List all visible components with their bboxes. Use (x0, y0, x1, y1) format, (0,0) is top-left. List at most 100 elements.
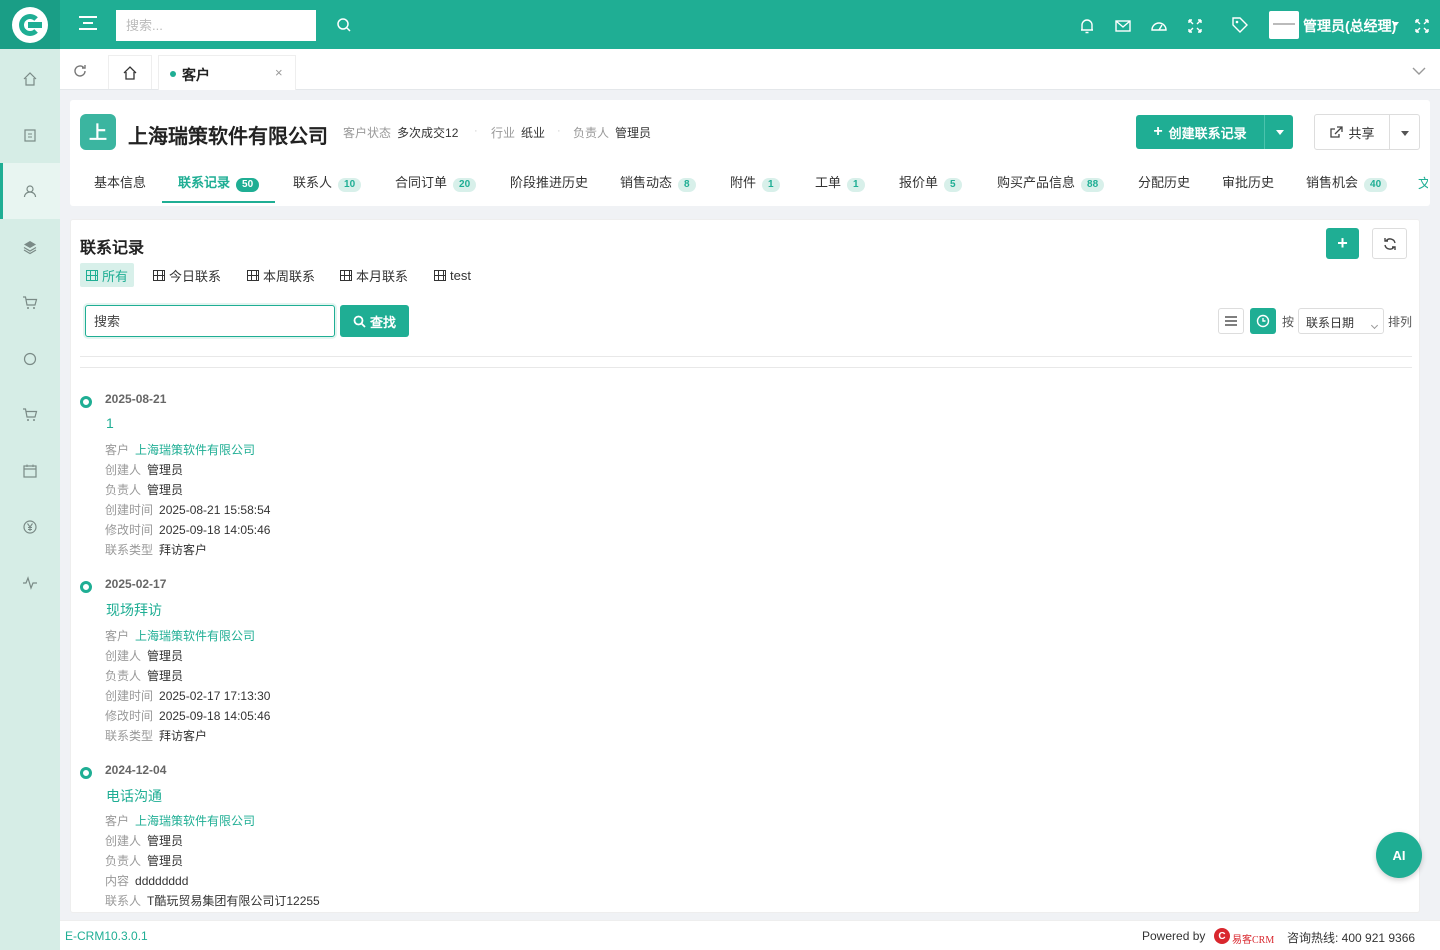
count-badge: 40 (1364, 178, 1388, 192)
expand-icon[interactable] (1186, 17, 1204, 35)
sidebar-item-orders[interactable] (0, 275, 60, 331)
sidebar-item-finance[interactable] (0, 499, 60, 555)
sidebar-item-purchase[interactable] (0, 387, 60, 443)
timeline-dot (80, 767, 92, 779)
global-search-input[interactable] (116, 10, 316, 41)
search-button[interactable]: 查找 (340, 305, 409, 337)
view-tab-all[interactable]: 所有 (80, 263, 135, 287)
entry-field: 创建人 管理员 (105, 463, 184, 477)
table-icon (340, 269, 352, 281)
entry-title[interactable]: 1 (106, 415, 114, 431)
sidebar (0, 49, 60, 950)
entry-date: 2025-08-21 (105, 392, 167, 406)
logo-mark (12, 6, 48, 43)
entry-field: 修改时间 2025-09-18 14:05:46 (105, 523, 271, 537)
sidebar-item-tasks[interactable] (0, 107, 60, 163)
list-view-button[interactable] (1218, 308, 1244, 334)
count-badge: 88 (1081, 178, 1105, 192)
chevron-down-icon[interactable] (1412, 67, 1426, 75)
customer-header: 上 上海瑞策软件有限公司 客户状态 多次成交12 · 行业 纸业 · 负责人 管理员 … (70, 100, 1430, 206)
customer-link[interactable]: 上海瑞策软件有限公司 (135, 443, 255, 457)
menu-toggle-icon[interactable] (79, 16, 97, 34)
tab-approval-history[interactable]: 审批历史 (1206, 162, 1290, 203)
user-icon (23, 185, 37, 198)
fullscreen-icon[interactable] (1413, 17, 1431, 35)
user-name[interactable]: 管理员(总经理) (1303, 16, 1396, 36)
count-badge: 10 (338, 178, 362, 192)
entry-field: 创建人 管理员 (105, 649, 184, 663)
tab-stage-history[interactable]: 阶段推进历史 (494, 162, 604, 203)
view-tab-this-month[interactable]: 本月联系 (334, 263, 414, 287)
entry-title[interactable]: 电话沟通 (106, 786, 162, 806)
tab-contact-records[interactable]: 联系记录 50 (162, 162, 276, 203)
tab-overflow[interactable]: 文 (1418, 173, 1428, 192)
view-tab-test[interactable]: test (428, 263, 477, 287)
customer-industry: 行业 纸业 (491, 124, 545, 141)
tab-work-orders[interactable]: 工单 1 (799, 162, 881, 203)
mail-icon[interactable] (1114, 17, 1132, 35)
view-tab-today[interactable]: 今日联系 (147, 263, 227, 287)
entry-title[interactable]: 现场拜访 (106, 600, 162, 620)
tab-home[interactable] (108, 55, 152, 89)
tab-customer[interactable]: 客户 × (158, 55, 296, 90)
search-icon[interactable] (336, 17, 352, 33)
share-icon (1330, 125, 1344, 138)
sort-by-label: 按 (1282, 315, 1295, 329)
entry-field: 创建时间 2025-08-21 15:58:54 (105, 503, 271, 517)
view-tab-this-week[interactable]: 本周联系 (241, 263, 321, 287)
sidebar-item-service[interactable] (0, 331, 60, 387)
sidebar-item-customers[interactable] (0, 163, 60, 219)
tab-basic-info[interactable]: 基本信息 (78, 162, 162, 203)
entry-field: 客户 上海瑞策软件有限公司 (105, 629, 256, 643)
sort-field-select[interactable]: 联系日期 (1298, 308, 1384, 334)
timeline-dot (80, 396, 92, 408)
share-button-label: 共享 (1348, 125, 1375, 141)
tag-icon[interactable] (1231, 16, 1249, 34)
powered-by-text: Powered by (1142, 929, 1206, 943)
create-contact-record-button[interactable]: + 创建联系记录 (1136, 115, 1264, 149)
timeline-view-button[interactable] (1250, 308, 1276, 334)
activity-icon (23, 576, 37, 590)
entry-field: 联系类型 拜访客户 (105, 543, 208, 557)
tab-purchased-products[interactable]: 购买产品信息 88 (981, 162, 1120, 203)
refresh-icon[interactable] (72, 63, 88, 79)
home-icon (23, 72, 37, 86)
dashboard-icon[interactable] (1150, 17, 1168, 35)
share-button[interactable]: 共享 (1314, 114, 1390, 150)
app-logo[interactable] (0, 0, 60, 49)
sidebar-item-reports[interactable] (0, 555, 60, 611)
count-badge: 50 (236, 178, 260, 192)
tab-bar: 客户 × (60, 49, 1440, 90)
entry-field: 负责人 管理员 (105, 483, 184, 497)
refresh-button[interactable] (1372, 228, 1407, 259)
tab-contacts[interactable]: 联系人 10 (277, 162, 377, 203)
share-dropdown-button[interactable] (1389, 114, 1420, 150)
customer-link[interactable]: 上海瑞策软件有限公司 (135, 629, 255, 643)
sidebar-item-home[interactable] (0, 51, 60, 107)
tab-contracts[interactable]: 合同订单 20 (379, 162, 492, 203)
bell-icon[interactable] (1078, 17, 1096, 35)
sidebar-item-products[interactable] (0, 219, 60, 275)
tab-sales-activity[interactable]: 销售动态 8 (604, 162, 712, 203)
user-avatar[interactable] (1269, 11, 1299, 39)
entry-field: 负责人 管理员 (105, 854, 184, 868)
sidebar-item-calendar[interactable] (0, 443, 60, 499)
ai-assistant-button[interactable]: AI (1376, 832, 1422, 878)
tab-opportunities[interactable]: 销售机会 40 (1290, 162, 1403, 203)
close-icon[interactable]: × (275, 65, 283, 80)
customer-link[interactable]: 上海瑞策软件有限公司 (135, 814, 255, 828)
active-dot (170, 71, 176, 77)
tab-assignment-history[interactable]: 分配历史 (1122, 162, 1206, 203)
create-dropdown-button[interactable] (1264, 115, 1293, 149)
record-search-input[interactable] (85, 305, 335, 337)
count-badge: 1 (762, 178, 780, 192)
chevron-down-icon[interactable] (1393, 22, 1399, 26)
tab-attachments[interactable]: 附件 1 (714, 162, 796, 203)
add-record-button[interactable]: + (1326, 228, 1359, 259)
tab-quotes[interactable]: 报价单 5 (883, 162, 978, 203)
count-badge: 5 (944, 178, 962, 192)
customer-avatar: 上 (80, 114, 116, 150)
entry-field: 负责人 管理员 (105, 669, 184, 683)
sort-order-label: 排列 (1388, 315, 1413, 329)
panel-title: 联系记录 (80, 240, 145, 257)
